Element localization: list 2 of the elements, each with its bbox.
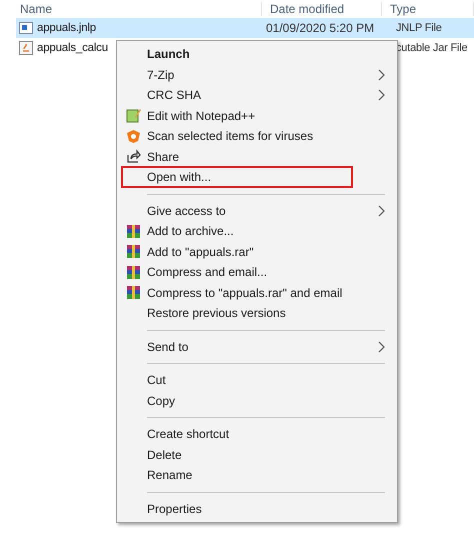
file-type: JNLP File: [395, 22, 442, 34]
file-date: 01/09/2020 5:20 PM: [265, 21, 374, 35]
